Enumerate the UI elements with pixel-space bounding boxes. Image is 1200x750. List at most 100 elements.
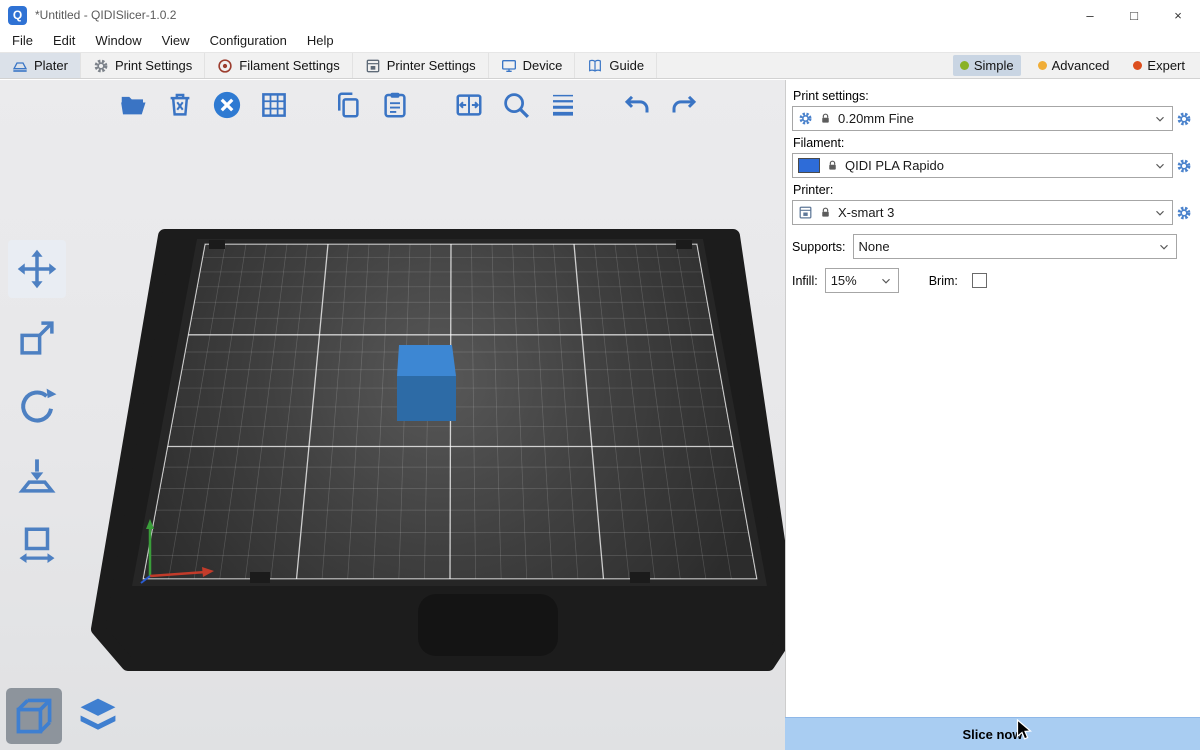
mode-selector: Simple Advanced Expert <box>953 53 1200 78</box>
gizmo-toolbar <box>8 240 66 574</box>
infill-combo[interactable]: 15% <box>825 268 899 293</box>
split-button[interactable] <box>448 84 490 126</box>
print-settings-combo[interactable]: 0.20mm Fine <box>792 106 1173 131</box>
delete-all-button[interactable] <box>206 84 248 126</box>
advanced-mode-dot <box>1038 61 1047 70</box>
arrange-button[interactable] <box>253 84 295 126</box>
plate-clip <box>676 240 692 249</box>
gear-icon <box>1176 111 1192 127</box>
menu-view[interactable]: View <box>152 30 200 52</box>
copy-icon <box>333 90 363 120</box>
mode-advanced-label: Advanced <box>1052 58 1110 73</box>
minimize-button[interactable]: – <box>1068 0 1112 30</box>
chevron-down-icon <box>1157 240 1171 254</box>
menu-window[interactable]: Window <box>85 30 151 52</box>
maximize-button[interactable]: □ <box>1112 0 1156 30</box>
infill-value: 15% <box>831 273 857 288</box>
mode-advanced[interactable]: Advanced <box>1031 55 1117 76</box>
mode-simple[interactable]: Simple <box>953 55 1021 76</box>
close-button[interactable]: × <box>1156 0 1200 30</box>
supports-value: None <box>859 239 890 254</box>
redo-button[interactable] <box>663 84 705 126</box>
printer-icon <box>365 58 381 74</box>
filament-color-swatch <box>798 158 820 173</box>
delete-button[interactable] <box>159 84 201 126</box>
expert-mode-dot <box>1133 61 1142 70</box>
mode-expert[interactable]: Expert <box>1126 55 1192 76</box>
chevron-down-icon <box>879 274 893 288</box>
paste-button[interactable] <box>374 84 416 126</box>
filament-spool-icon <box>217 58 233 74</box>
supports-label: Supports: <box>792 240 846 254</box>
gear-icon <box>1176 158 1192 174</box>
printer-label: Printer: <box>793 183 1195 197</box>
lock-icon <box>826 159 839 172</box>
model-cube[interactable] <box>397 345 456 421</box>
tab-filament-settings[interactable]: Filament Settings <box>205 53 352 78</box>
filament-value: QIDI PLA Rapido <box>845 158 944 173</box>
mode-expert-label: Expert <box>1147 58 1185 73</box>
rotate-button[interactable] <box>8 378 66 436</box>
tab-guide[interactable]: Guide <box>575 53 657 78</box>
move-icon <box>16 248 58 290</box>
circle-x-icon <box>212 90 242 120</box>
move-button[interactable] <box>8 240 66 298</box>
window-title: *Untitled - QIDISlicer-1.0.2 <box>35 8 176 22</box>
menu-file[interactable]: File <box>2 30 43 52</box>
printer-bed-scene[interactable] <box>0 80 785 750</box>
trash-icon <box>165 90 195 120</box>
mode-simple-label: Simple <box>974 58 1014 73</box>
supports-combo[interactable]: None <box>853 234 1177 259</box>
filament-combo[interactable]: QIDI PLA Rapido <box>792 153 1173 178</box>
print-settings-gear-button[interactable] <box>1173 106 1195 131</box>
tab-print-settings[interactable]: Print Settings <box>81 53 205 78</box>
print-settings-value: 0.20mm Fine <box>838 111 914 126</box>
brim-checkbox[interactable] <box>972 273 987 288</box>
slice-now-button[interactable]: Slice now <box>785 717 1200 750</box>
tab-filament-settings-label: Filament Settings <box>239 58 339 73</box>
lock-icon <box>819 206 832 219</box>
guide-book-icon <box>587 58 603 74</box>
menu-help[interactable]: Help <box>297 30 344 52</box>
printer-icon <box>798 205 813 220</box>
arrange-grid-icon <box>259 90 289 120</box>
print-settings-label: Print settings: <box>793 89 1195 103</box>
printer-gear-button[interactable] <box>1173 200 1195 225</box>
undo-button[interactable] <box>616 84 658 126</box>
gear-icon <box>93 58 109 74</box>
search-icon <box>501 90 531 120</box>
variable-layer-height-button[interactable] <box>542 84 584 126</box>
chevron-down-icon <box>1153 112 1167 126</box>
layer-lines-icon <box>548 90 578 120</box>
tab-printer-settings-label: Printer Settings <box>387 58 476 73</box>
place-on-face-button[interactable] <box>8 447 66 505</box>
menu-bar: File Edit Window View Configuration Help <box>0 30 1200 52</box>
open-button[interactable] <box>112 84 154 126</box>
flatten-icon <box>16 455 58 497</box>
chevron-down-icon <box>1153 159 1167 173</box>
paste-icon <box>380 90 410 120</box>
view-preview-button[interactable] <box>70 688 126 744</box>
bed-handle <box>418 594 558 656</box>
simple-mode-dot <box>960 61 969 70</box>
view-3d-editor-button[interactable] <box>6 688 62 744</box>
object-toolbar <box>112 84 705 126</box>
copy-button[interactable] <box>327 84 369 126</box>
brim-label: Brim: <box>929 274 958 288</box>
3d-viewport[interactable] <box>0 80 785 750</box>
tab-printer-settings[interactable]: Printer Settings <box>353 53 489 78</box>
menu-configuration[interactable]: Configuration <box>200 30 297 52</box>
scale-icon <box>16 317 58 359</box>
tab-guide-label: Guide <box>609 58 644 73</box>
tab-device[interactable]: Device <box>489 53 576 78</box>
printer-combo[interactable]: X-smart 3 <box>792 200 1173 225</box>
tab-plater[interactable]: Plater <box>0 53 81 78</box>
search-button[interactable] <box>495 84 537 126</box>
scale-button[interactable] <box>8 309 66 367</box>
plater-bed-icon <box>12 58 28 74</box>
undo-icon <box>622 90 652 120</box>
mouse-cursor <box>1016 719 1038 743</box>
menu-edit[interactable]: Edit <box>43 30 85 52</box>
measure-button[interactable] <box>8 516 66 574</box>
filament-gear-button[interactable] <box>1173 153 1195 178</box>
